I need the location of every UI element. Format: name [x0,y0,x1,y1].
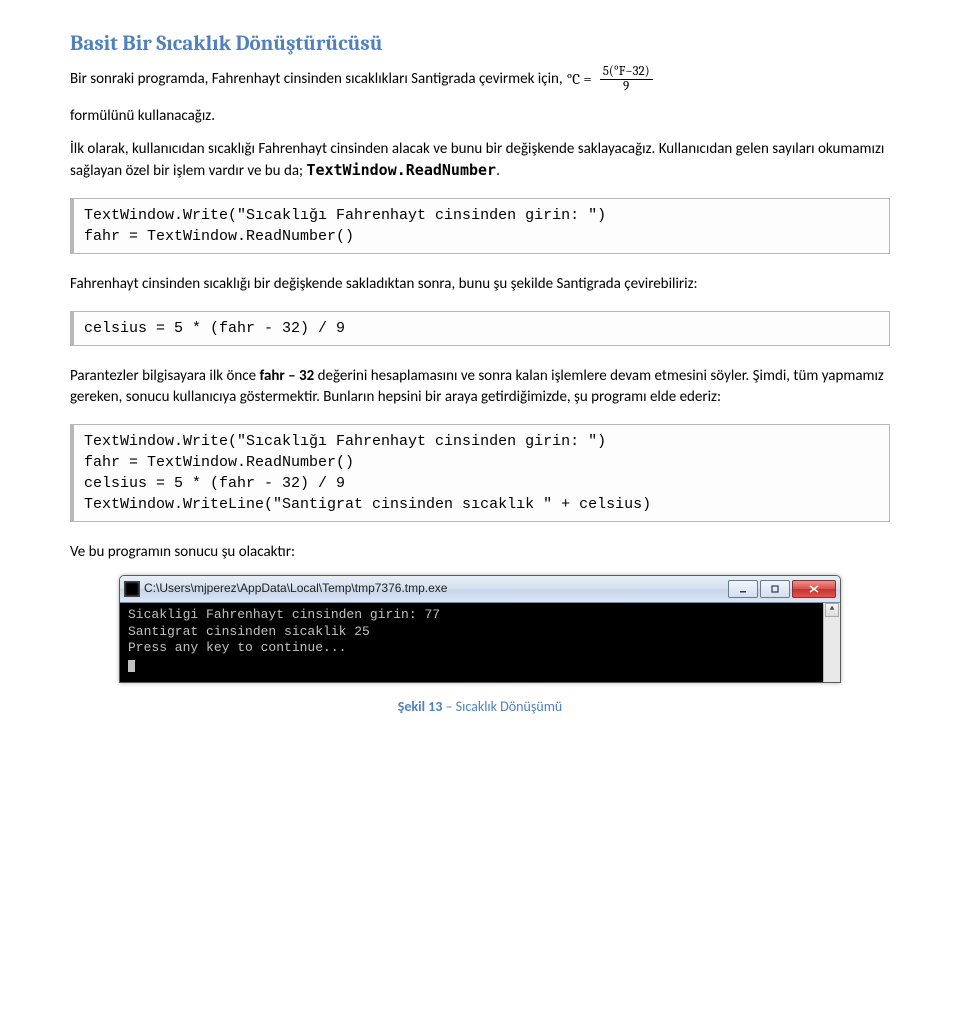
close-button[interactable] [792,580,836,598]
console-titlebar: C:\Users\mjperez\AppData\Local\Temp\tmp7… [120,576,840,603]
console-line-1: Sicakligi Fahrenhayt cinsinden girin: 77 [128,607,440,622]
maximize-button[interactable] [760,580,790,598]
section-heading: Basit Bir Sıcaklık Dönüştürücüsü [70,30,890,59]
code-block-3: TextWindow.Write("Sıcaklığı Fahrenhayt c… [70,424,890,522]
p4-text-a: Parantezler bilgisayara ilk önce [70,367,259,385]
console-window: C:\Users\mjperez\AppData\Local\Temp\tmp7… [119,575,841,684]
paragraph-2: İlk olarak, kullanıcıdan sıcaklığı Fahre… [70,139,890,182]
paragraph-4: Parantezler bilgisayara ilk önce fahr – … [70,366,890,408]
code-block-2: celsius = 5 * (fahr - 32) / 9 [70,311,890,346]
console-app-icon [124,581,140,597]
p2-text-c: . [496,162,500,180]
p2-text-a: İlk olarak, kullanıcıdan sıcaklığı Fahre… [70,140,659,158]
formula-fraction: 5(°F−32) 9 [600,65,653,93]
minimize-button[interactable] [728,580,758,598]
console-cursor [128,660,135,672]
console-body: Sicakligi Fahrenhayt cinsinden girin: 77… [120,603,840,683]
window-buttons [728,580,836,598]
formula-c-equals: °C = [567,69,592,90]
scroll-up-icon[interactable]: ▲ [825,603,839,617]
figure-caption: Şekil 13 – Sıcaklık Dönüşümü [70,697,890,717]
console-line-3: Press any key to continue... [128,640,346,655]
console-scrollbar[interactable]: ▲ [823,603,840,683]
intro-text-pre: Bir sonraki programda, Fahrenhayt cinsin… [70,69,563,90]
caption-label: Şekil 13 [398,698,443,715]
caption-rest: – Sıcaklık Dönüşümü [442,698,562,715]
console-text: Sicakligi Fahrenhayt cinsinden girin: 77… [128,607,819,675]
intro-paragraph-line2: formülünü kullanacağız. [70,106,890,127]
close-icon [809,585,819,593]
paragraph-5: Ve bu programın sonucu şu olacaktır: [70,542,890,563]
code-block-1: TextWindow.Write("Sıcaklığı Fahrenhayt c… [70,198,890,254]
maximize-icon [771,585,779,593]
console-line-2: Santigrat cinsinden sicaklik 25 [128,624,370,639]
p2-inline-code: TextWindow.ReadNumber [306,161,496,179]
intro-paragraph-line1: Bir sonraki programda, Fahrenhayt cinsin… [70,65,890,93]
paragraph-3: Fahrenhayt cinsinden sıcaklığı bir değiş… [70,274,890,295]
formula-denominator: 9 [620,80,632,94]
p4-bold: fahr – 32 [259,367,314,385]
minimize-icon [739,585,747,593]
console-title: C:\Users\mjperez\AppData\Local\Temp\tmp7… [144,580,724,597]
formula-numerator: 5(°F−32) [600,65,653,80]
